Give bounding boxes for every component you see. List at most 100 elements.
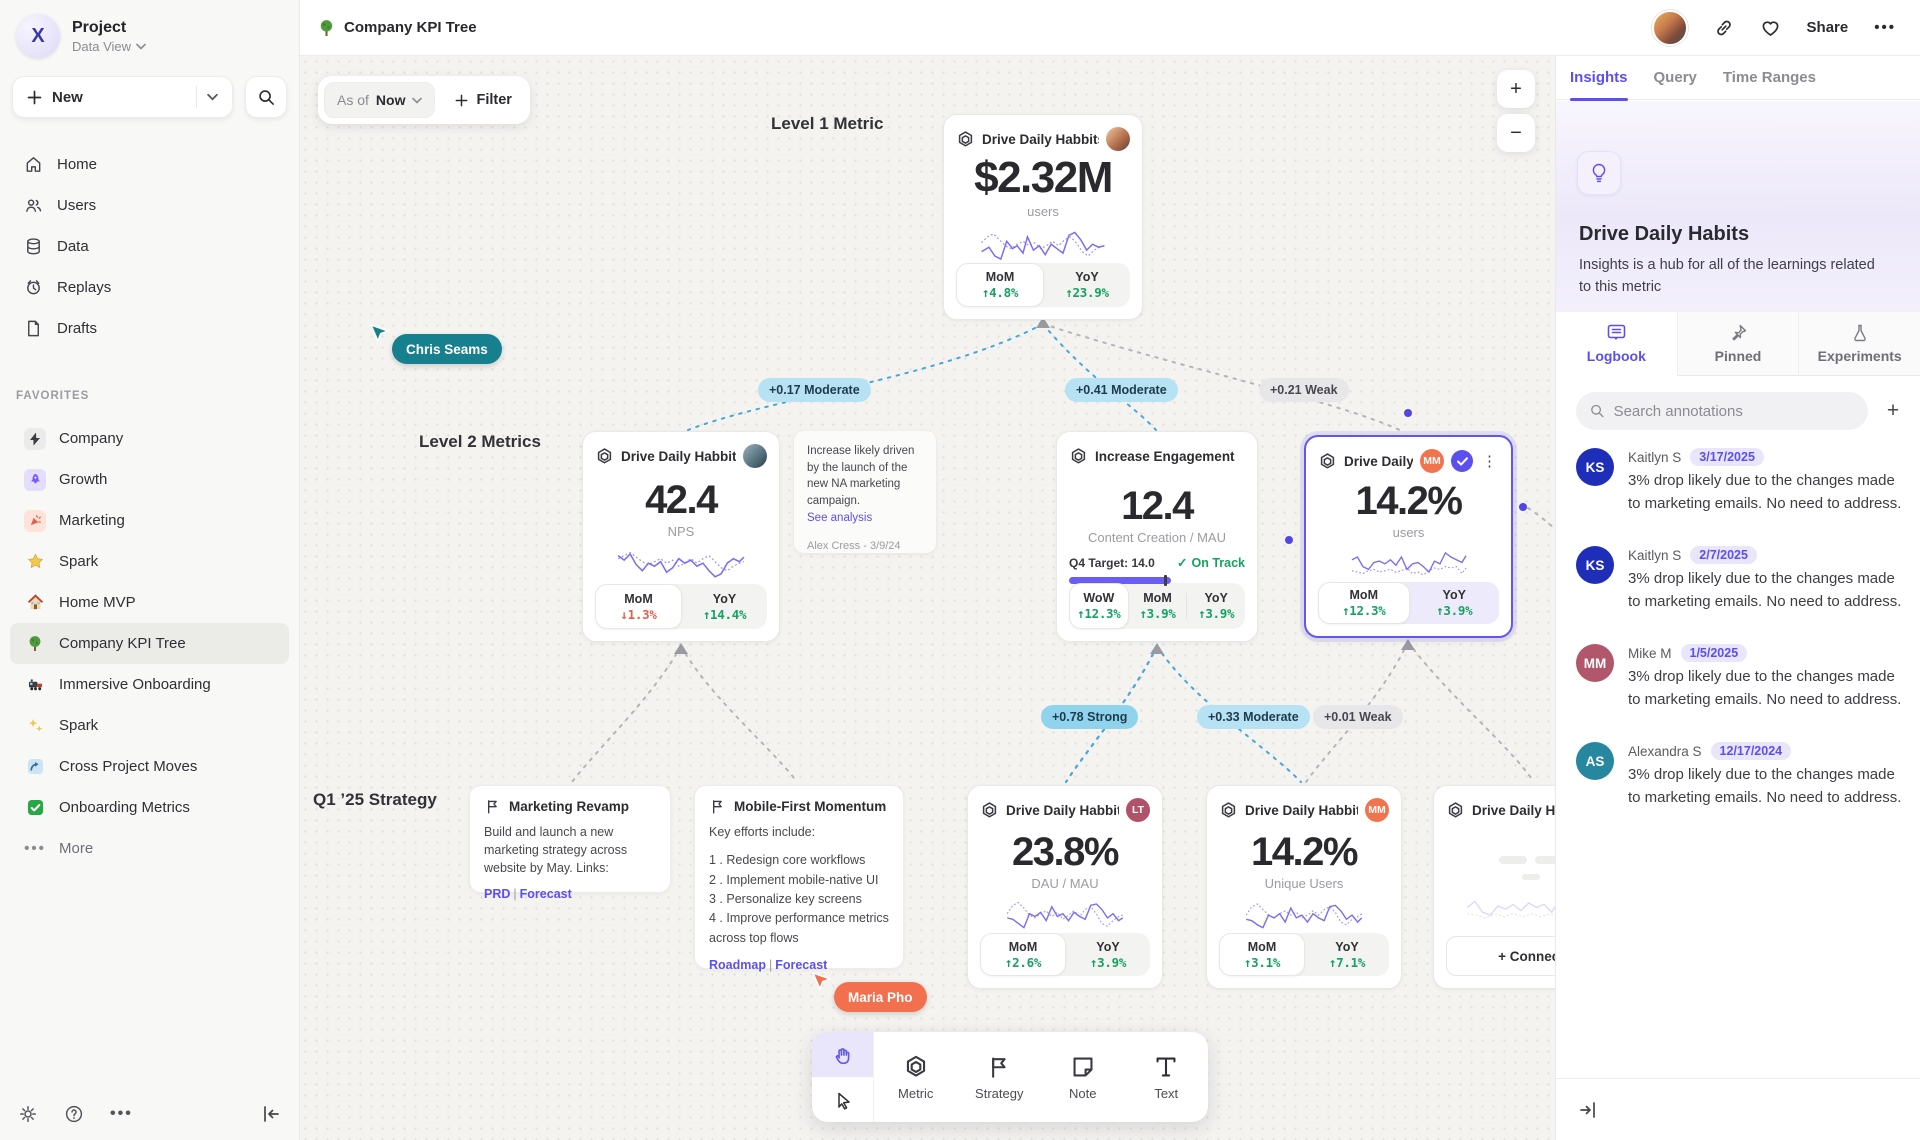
sidebar-item-data[interactable]: Data — [10, 226, 289, 267]
add-annotation-button[interactable]: + — [1880, 399, 1906, 423]
project-view-dropdown[interactable]: Data View — [72, 39, 146, 54]
forecast-link[interactable]: Forecast — [520, 887, 572, 901]
chevron-down-icon[interactable] — [207, 93, 218, 101]
sidebar-item-home[interactable]: Home — [10, 144, 289, 185]
sidebar-item-more[interactable]: ••• More — [10, 828, 289, 869]
sidebar-item-spark-2[interactable]: Spark — [10, 705, 289, 746]
metric-card-selected[interactable]: Drive Daily Habb.. MM ⋮ 14.2% users MoM … — [1304, 435, 1513, 638]
select-tool-button[interactable] — [812, 1077, 873, 1122]
see-analysis-link[interactable]: See analysis — [807, 510, 923, 527]
skeleton-placeholder — [1446, 856, 1555, 864]
hand-tool-button[interactable] — [812, 1032, 873, 1077]
user-avatar[interactable] — [1652, 10, 1688, 46]
key-efforts-list: Redesign core workflows Implement mobile… — [709, 851, 889, 948]
sidebar: X Project Data View New — [0, 0, 300, 1140]
panel-tabs: Insights Query Time Ranges — [1556, 56, 1920, 100]
strategy-label: Q1 ’25 Strategy — [313, 790, 437, 810]
roadmap-link[interactable]: Roadmap — [709, 958, 766, 972]
favorites-heading: FAVORITES — [16, 390, 89, 402]
forecast-link[interactable]: Forecast — [775, 958, 827, 972]
copy-link-icon[interactable] — [1714, 18, 1734, 38]
sidebar-item-home-mvp[interactable]: Home MVP — [10, 582, 289, 623]
strategy-note-mobile[interactable]: Mobile-First Momentum Key efforts includ… — [694, 785, 904, 969]
as-of-dropdown[interactable]: As of Now — [324, 82, 435, 118]
checkbox-icon — [24, 797, 46, 819]
metric-card-dau[interactable]: Drive Daily Habbits LT 23.8% DAU / MAU M… — [967, 785, 1163, 989]
metric-card-engagement[interactable]: Increase Engagement 12.4 Content Creatio… — [1056, 431, 1258, 642]
tab-query[interactable]: Query — [1654, 56, 1697, 100]
zoom-controls: + − — [1497, 70, 1535, 152]
connector-dot — [1285, 536, 1293, 544]
sidebar-item-cross-project-moves[interactable]: Cross Project Moves — [10, 746, 289, 787]
collapse-panel-icon[interactable] — [1578, 1101, 1598, 1119]
stat-yoy: YoY ↑7.1% — [1305, 933, 1389, 976]
sparkline — [595, 545, 767, 584]
annotation-search[interactable] — [1576, 392, 1868, 430]
cursor-pointer-icon — [812, 972, 832, 992]
sidebar-item-users[interactable]: Users — [10, 185, 289, 226]
strategy-note-marketing[interactable]: Marketing Revamp Build and launch a new … — [469, 785, 671, 893]
metric-card-level1[interactable]: Drive Daily Habbits $2.32M users MoM ↑4.… — [943, 114, 1143, 320]
kpi-tree-canvas[interactable]: As of Now Filter + − Level 1 Metric Leve… — [300, 56, 1555, 1140]
new-button[interactable]: New — [12, 76, 233, 118]
flask-icon — [1850, 323, 1870, 343]
subtab-pinned[interactable]: Pinned — [1677, 312, 1799, 376]
sidebar-item-drafts[interactable]: Drafts — [10, 308, 289, 349]
more-menu-icon[interactable]: ••• — [1874, 19, 1896, 36]
search-button[interactable] — [245, 76, 287, 118]
level-2-label: Level 2 Metrics — [419, 432, 541, 452]
connect-button[interactable]: + Connect — [1446, 936, 1555, 976]
project-switcher[interactable]: X Project Data View — [16, 14, 146, 58]
tab-time-ranges[interactable]: Time Ranges — [1723, 56, 1816, 100]
sidebar-item-immersive-onboarding[interactable]: Immersive Onboarding — [10, 664, 289, 705]
sparkline — [980, 897, 1150, 933]
note-author: Alex Cress - 3/9/24 — [807, 540, 923, 552]
subtab-logbook[interactable]: Logbook — [1556, 312, 1677, 376]
annotation-entry[interactable]: MM Mike M 1/5/2025 3% drop likely due to… — [1576, 644, 1904, 711]
tab-insights[interactable]: Insights — [1570, 56, 1628, 100]
metric-tool-button[interactable]: Metric — [874, 1032, 958, 1122]
metric-unit: users — [1318, 525, 1499, 540]
cursor-pointer-icon — [370, 324, 390, 344]
sidebar-item-onboarding-metrics[interactable]: Onboarding Metrics — [10, 787, 289, 828]
metric-icon — [1069, 447, 1088, 466]
metric-card-unconnected[interactable]: Drive Daily Hab + Connect — [1433, 785, 1555, 989]
collaborator-cursor-chris: Chris Seams — [370, 324, 390, 349]
sidebar-item-company-kpi-tree[interactable]: Company KPI Tree — [10, 623, 289, 664]
sidebar-item-marketing[interactable]: Marketing — [10, 500, 289, 541]
text-tool-button[interactable]: Text — [1125, 1032, 1209, 1122]
more-options-icon[interactable]: ••• — [110, 1105, 133, 1123]
target-label: Q4 Target: 14.0 — [1069, 556, 1177, 570]
annotation-entry[interactable]: AS Alexandra S 12/17/2024 3% drop likely… — [1576, 742, 1904, 809]
stat-mom: MoM ↑3.1% — [1219, 933, 1305, 976]
sidebar-item-growth[interactable]: Growth — [10, 459, 289, 500]
annotation-note[interactable]: Increase likely driven by the launch of … — [794, 431, 936, 553]
canvas-toolbar: As of Now Filter — [318, 76, 530, 124]
card-menu-icon[interactable]: ⋮ — [1480, 452, 1499, 470]
annotation-entry[interactable]: KS Kaitlyn S 2/7/2025 3% drop likely due… — [1576, 546, 1904, 613]
help-icon[interactable] — [64, 1104, 84, 1124]
settings-gear-icon[interactable] — [18, 1104, 38, 1124]
favorite-heart-icon[interactable] — [1760, 18, 1781, 38]
metric-card-unique-users[interactable]: Drive Daily Habbits MM 14.2% Unique User… — [1206, 785, 1402, 989]
share-button[interactable]: Share — [1807, 19, 1849, 36]
confetti-icon — [24, 510, 46, 532]
add-filter-button[interactable]: Filter — [443, 92, 523, 108]
zoom-in-button[interactable]: + — [1497, 70, 1535, 108]
search-annotations-input[interactable] — [1614, 403, 1854, 420]
sidebar-item-spark[interactable]: Spark — [10, 541, 289, 582]
zoom-out-button[interactable]: − — [1497, 114, 1535, 152]
metric-card-nps[interactable]: Drive Daily Habbits 42.4 NPS MoM ↓1.3% Y… — [582, 431, 780, 642]
metric-value: 12.4 — [1069, 484, 1245, 529]
subtab-experiments[interactable]: Experiments — [1798, 312, 1920, 376]
insights-subtabs: Logbook Pinned Experiments — [1556, 312, 1920, 376]
prd-link[interactable]: PRD — [484, 887, 510, 901]
stat-yoy: YoY ↑3.9% — [1066, 933, 1150, 976]
annotation-entry[interactable]: KS Kaitlyn S 3/17/2025 3% drop likely du… — [1576, 448, 1904, 515]
sidebar-item-replays[interactable]: Replays — [10, 267, 289, 308]
note-tool-button[interactable]: Note — [1041, 1032, 1125, 1122]
connector-dot — [1519, 503, 1527, 511]
sidebar-item-company[interactable]: Company — [10, 418, 289, 459]
strategy-tool-button[interactable]: Strategy — [958, 1032, 1042, 1122]
collapse-sidebar-icon[interactable] — [261, 1105, 281, 1123]
